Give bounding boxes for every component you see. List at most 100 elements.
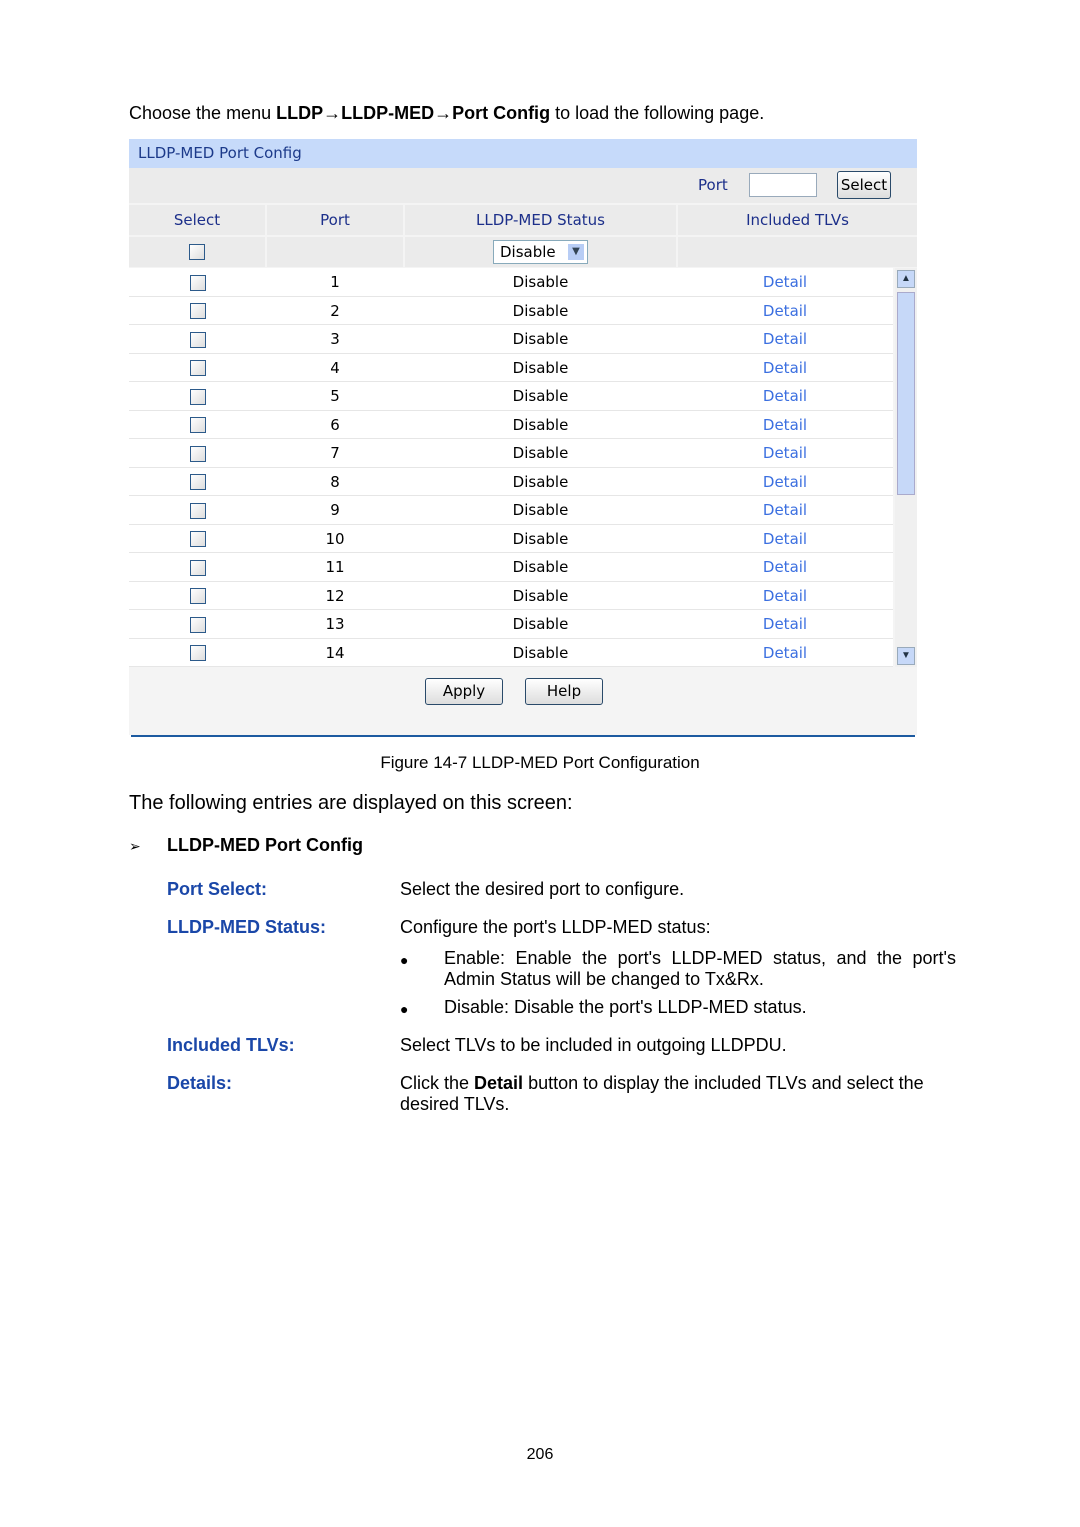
row-checkbox[interactable] [189, 588, 206, 604]
table-row: 11 Disable Detail [129, 553, 893, 582]
desc-tlvs: Select TLVs to be included in outgoing L… [400, 1035, 787, 1055]
scroll-up-icon[interactable]: ▲ [897, 270, 915, 288]
row-port: 14 [325, 643, 345, 662]
row-port: 1 [330, 273, 340, 291]
intro-text: Choose the menu LLDP→LLDP-MED→Port Confi… [129, 103, 764, 124]
table-row: 2 Disable Detail [129, 296, 893, 325]
row-select-cell [129, 439, 266, 467]
scroll-down-icon[interactable]: ▼ [897, 647, 915, 665]
row-select-cell [129, 468, 266, 496]
row-select-cell [129, 411, 266, 439]
row-checkbox[interactable] [189, 303, 206, 319]
row-status: Disable [512, 643, 569, 662]
row-port: 11 [325, 558, 345, 576]
bullet-icon: ● [400, 1001, 409, 1017]
row-port: 2 [330, 301, 340, 320]
table-row: 3 Disable Detail [129, 325, 893, 354]
bullet-icon: ● [400, 952, 409, 968]
row-status: Disable [512, 529, 569, 548]
page-number: 206 [526, 1446, 554, 1463]
row-status: Disable [512, 558, 569, 576]
row-detail-link[interactable]: Detail [677, 496, 893, 524]
row-port: 10 [325, 529, 345, 548]
port-label: Port [698, 176, 728, 194]
document-page: Choose the menu LLDP→LLDP-MED→Port Confi… [0, 0, 1080, 1527]
row-status: Disable [512, 301, 569, 320]
row-detail-link[interactable]: Detail [677, 553, 893, 581]
row-checkbox[interactable] [189, 559, 206, 576]
desc-port-select: Select the desired port to configure. [400, 879, 685, 899]
row-checkbox[interactable] [189, 502, 206, 519]
arrow-bullet-icon: ➢ [129, 838, 141, 854]
row-detail-link[interactable]: Detail [677, 411, 893, 439]
row-port: 3 [330, 330, 340, 348]
row-checkbox[interactable] [189, 645, 206, 661]
table-row: 13 Disable Detail [129, 610, 893, 639]
row-checkbox[interactable] [189, 616, 206, 633]
menu-path: LLDP→LLDP-MED→Port Config [276, 103, 551, 123]
row-detail-link[interactable]: Detail [677, 610, 893, 638]
port-config-panel: LLDP-MED Port Config Port Select Select … [129, 139, 917, 735]
figure-caption: Figure 14-7 LLDP-MED Port Configuration [380, 753, 700, 772]
row-detail-link[interactable]: Detail [677, 297, 893, 325]
row-detail-link[interactable]: Detail [677, 325, 893, 353]
section-heading: LLDP-MED Port Config [167, 835, 363, 855]
filter-select-cell [129, 237, 265, 267]
intro-prefix: Choose the menu [129, 103, 277, 123]
desc-details: Click the Detail button to display the i… [400, 1073, 956, 1115]
term-port-select: Port Select: [167, 879, 268, 899]
row-status: Disable [512, 415, 569, 434]
row-checkbox[interactable] [189, 360, 206, 376]
scrollbar[interactable]: ▲ ▼ [895, 268, 917, 667]
help-button[interactable]: Help [525, 678, 603, 705]
chevron-down-icon: ▼ [568, 244, 584, 260]
port-table-body: 1 Disable Detail 2 Disable Detail 3 Disa… [129, 268, 893, 667]
row-select-cell [129, 610, 266, 638]
header-status: LLDP-MED Status [405, 205, 676, 235]
select-all-checkbox[interactable] [189, 243, 205, 260]
row-detail-link[interactable]: Detail [677, 354, 893, 382]
status-dropdown-value: Disable [500, 243, 556, 261]
table-row: 7 Disable Detail [129, 439, 893, 468]
row-detail-link[interactable]: Detail [677, 382, 893, 410]
row-detail-link[interactable]: Detail [677, 468, 893, 496]
row-detail-link[interactable]: Detail [677, 439, 893, 467]
intro-suffix: to load the following page. [550, 103, 765, 123]
term-details: Details: [167, 1073, 233, 1093]
row-select-cell [129, 297, 266, 325]
row-status: Disable [512, 615, 569, 633]
scroll-thumb[interactable] [897, 292, 915, 495]
row-port: 6 [330, 415, 340, 434]
row-checkbox[interactable] [189, 274, 206, 291]
table-row: 9 Disable Detail [129, 496, 893, 525]
table-row: 10 Disable Detail [129, 524, 893, 553]
status-dropdown[interactable]: Disable ▼ [493, 240, 588, 264]
row-status: Disable [512, 472, 569, 491]
table-row: 4 Disable Detail [129, 353, 893, 382]
row-status: Disable [512, 387, 569, 405]
port-input[interactable] [749, 173, 817, 197]
row-checkbox[interactable] [189, 388, 206, 405]
row-port: 12 [325, 586, 345, 605]
row-detail-link[interactable]: Detail [677, 525, 893, 553]
row-checkbox[interactable] [189, 531, 206, 547]
select-button[interactable]: Select [837, 171, 891, 199]
row-detail-link[interactable]: Detail [677, 639, 893, 667]
row-select-cell [129, 268, 266, 296]
filter-port-cell [267, 237, 403, 267]
row-checkbox[interactable] [189, 331, 206, 348]
row-port: 13 [325, 615, 345, 633]
table-row: 14 Disable Detail [129, 638, 893, 667]
row-checkbox[interactable] [189, 474, 206, 490]
row-detail-link[interactable]: Detail [677, 268, 893, 296]
row-checkbox[interactable] [189, 417, 206, 433]
row-detail-link[interactable]: Detail [677, 582, 893, 610]
row-checkbox[interactable] [189, 445, 206, 462]
row-status: Disable [512, 444, 569, 462]
row-status: Disable [512, 358, 569, 377]
bullet-enable: Enable: Enable the port's LLDP-MED statu… [444, 948, 956, 989]
row-port: 9 [330, 501, 340, 519]
row-select-cell [129, 496, 266, 524]
desc-details-prefix: Click the [400, 1073, 475, 1093]
apply-button[interactable]: Apply [425, 678, 503, 705]
